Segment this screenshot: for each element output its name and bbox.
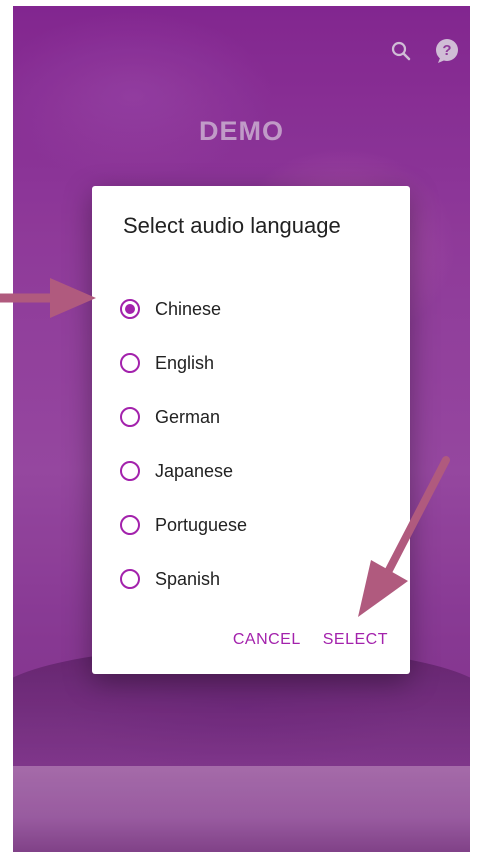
language-option-german[interactable]: German — [120, 390, 247, 444]
option-label: Spanish — [155, 568, 221, 589]
cancel-button[interactable]: CANCEL — [233, 631, 301, 649]
language-option-japanese[interactable]: Japanese — [120, 444, 247, 498]
option-label: Portuguese — [155, 514, 248, 535]
dialog-actions: CANCEL SELECT — [233, 631, 388, 649]
dialog-title: Select audio language — [123, 213, 341, 238]
radio-unchecked-icon[interactable] — [120, 569, 140, 589]
radio-checked-icon[interactable] — [120, 299, 140, 319]
audio-language-dialog: Select audio language Chinese English Ge… — [92, 186, 410, 674]
radio-unchecked-icon[interactable] — [120, 353, 140, 373]
select-button[interactable]: SELECT — [323, 631, 388, 649]
language-option-english[interactable]: English — [120, 336, 247, 390]
option-label: Japanese — [155, 460, 234, 481]
option-label: English — [155, 352, 215, 373]
option-label: German — [155, 406, 221, 427]
radio-unchecked-icon[interactable] — [120, 461, 140, 481]
option-label: Chinese — [155, 298, 222, 319]
language-option-spanish[interactable]: Spanish — [120, 552, 247, 606]
language-options: Chinese English German Japanese Portugue… — [120, 282, 247, 606]
language-option-chinese[interactable]: Chinese — [120, 282, 247, 336]
language-option-portuguese[interactable]: Portuguese — [120, 498, 247, 552]
radio-unchecked-icon[interactable] — [120, 515, 140, 535]
radio-unchecked-icon[interactable] — [120, 407, 140, 427]
